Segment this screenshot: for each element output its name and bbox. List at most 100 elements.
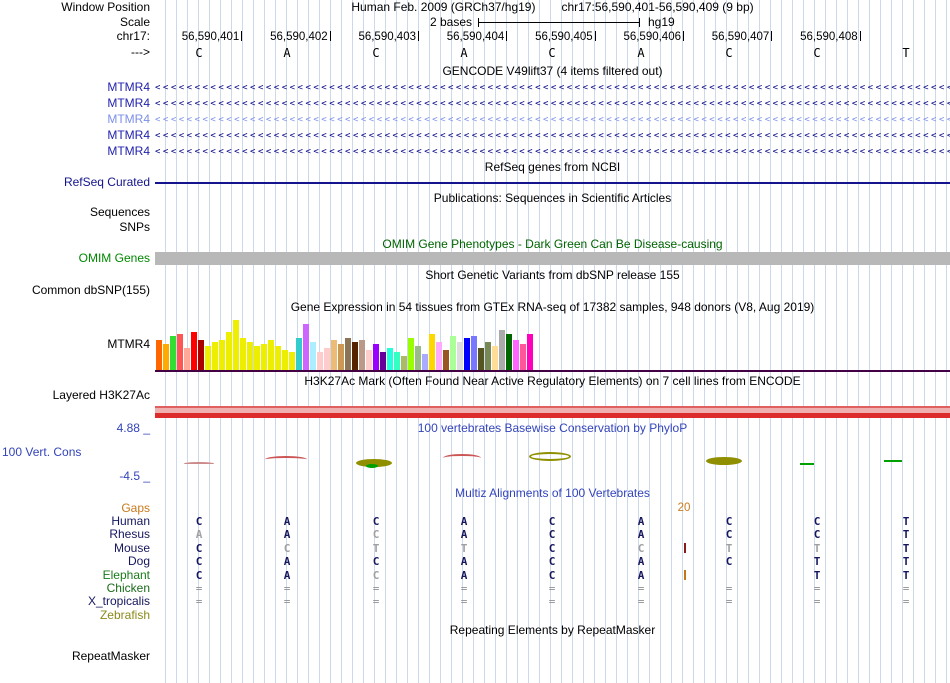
gtex-tissue-bar[interactable] — [303, 324, 309, 370]
gtex-tissue-bar[interactable] — [359, 340, 365, 370]
gtex-tissue-bar[interactable] — [422, 354, 428, 370]
gtex-tissue-bar[interactable] — [415, 346, 421, 370]
gtex-tissue-bar[interactable] — [464, 338, 470, 370]
gtex-tissue-bar[interactable] — [492, 346, 498, 370]
gtex-tissue-bar[interactable] — [520, 344, 526, 370]
gtex-tissue-bar[interactable] — [212, 342, 218, 370]
sequences-label[interactable]: Sequences — [0, 206, 153, 220]
gtex-tissue-bar[interactable] — [478, 348, 484, 370]
multiz-species-row[interactable]: X_tropicalis = = = = = = = = = — [0, 595, 950, 609]
gtex-tissue-bar[interactable] — [310, 342, 316, 370]
gtex-tissue-bar[interactable] — [436, 342, 442, 370]
alignment-base: = — [902, 595, 910, 608]
snps-label[interactable]: SNPs — [0, 221, 153, 235]
gtex-tissue-bar[interactable] — [527, 334, 533, 370]
gtex-tissue-bar[interactable] — [506, 334, 512, 370]
gtex-tissue-bar[interactable] — [338, 344, 344, 370]
gencode-transcript-row[interactable]: MTMR4 <<<<<<<<<<<<<<<<<<<<<<<<<<<<<<<<<<<… — [0, 97, 950, 112]
gtex-track[interactable] — [155, 316, 950, 372]
gtex-tissue-bar[interactable] — [163, 344, 169, 370]
gtex-tissue-bar[interactable] — [443, 350, 449, 370]
gtex-tissue-bar[interactable] — [191, 332, 197, 370]
gtex-tissue-bar[interactable] — [499, 330, 505, 370]
gtex-tissue-bar[interactable] — [331, 340, 337, 370]
gtex-tissue-bar[interactable] — [296, 338, 302, 370]
h3k27ac-title-row: H3K27Ac Mark (Often Found Near Active Re… — [0, 375, 950, 389]
gtex-tissue-bar[interactable] — [408, 338, 414, 370]
gencode-transcript-label[interactable]: MTMR4 — [0, 81, 153, 96]
base-row: ---> C A C A C A C C T — [0, 46, 950, 62]
dbsnp-label[interactable]: Common dbSNP(155) — [0, 284, 153, 298]
gtex-tissue-bar[interactable] — [254, 346, 260, 370]
refseq-track[interactable] — [155, 176, 950, 190]
gencode-transcript-label[interactable]: MTMR4 — [0, 145, 153, 160]
gtex-tissue-bar[interactable] — [373, 344, 379, 370]
gencode-transcript-row[interactable]: MTMR4 <<<<<<<<<<<<<<<<<<<<<<<<<<<<<<<<<<<… — [0, 129, 950, 144]
alignment-base: = — [283, 582, 291, 595]
reference-base: T — [902, 46, 910, 60]
gtex-tissue-bar[interactable] — [387, 348, 393, 370]
gtex-tissue-bar[interactable] — [282, 350, 288, 370]
gtex-tissue-bar[interactable] — [324, 348, 330, 370]
gtex-tissue-bar[interactable] — [366, 350, 372, 370]
gtex-tissue-bar[interactable] — [198, 340, 204, 370]
gtex-tissue-bar[interactable] — [268, 340, 274, 370]
scale-track: 2 bases hg19 — [155, 16, 950, 30]
gtex-tissue-bar[interactable] — [513, 340, 519, 370]
gtex-tissue-bar[interactable] — [177, 334, 183, 370]
gtex-tissue-bar[interactable] — [275, 346, 281, 370]
gencode-transcript-label[interactable]: MTMR4 — [0, 97, 153, 112]
omim-genes-bar[interactable] — [155, 252, 950, 265]
multiz-species-label[interactable]: Zebrafish — [0, 609, 153, 622]
publications-title-row: Publications: Sequences in Scientific Ar… — [0, 192, 950, 206]
gencode-transcript-row[interactable]: MTMR4 <<<<<<<<<<<<<<<<<<<<<<<<<<<<<<<<<<<… — [0, 145, 950, 160]
gtex-tissue-bar[interactable] — [457, 342, 463, 370]
gtex-tissue-bar[interactable] — [156, 340, 162, 370]
gtex-expression-bars — [156, 318, 533, 370]
window-position-label: Window Position — [61, 0, 150, 14]
refseq-curated-label[interactable]: RefSeq Curated — [0, 176, 153, 190]
gtex-tissue-bar[interactable] — [394, 352, 400, 370]
gtex-tissue-bar[interactable] — [219, 340, 225, 370]
gtex-tissue-bar[interactable] — [401, 356, 407, 370]
gtex-tissue-bar[interactable] — [429, 334, 435, 370]
gtex-tissue-bar[interactable] — [380, 352, 386, 370]
gencode-transcript-row[interactable]: MTMR4 <<<<<<<<<<<<<<<<<<<<<<<<<<<<<<<<<<<… — [0, 81, 950, 96]
h3k27ac-layered-signal[interactable] — [155, 406, 950, 418]
alignment-base: C — [637, 542, 645, 555]
alignment-base: C — [548, 528, 556, 541]
gtex-tissue-bar[interactable] — [247, 342, 253, 370]
gtex-tissue-bar[interactable] — [184, 348, 190, 370]
phylop-title-row: 4.88 _ 100 vertebrates Basewise Conserva… — [0, 422, 950, 436]
multiz-species-row[interactable]: Dog C A C A C A C T T — [0, 555, 950, 569]
gtex-tissue-bar[interactable] — [240, 338, 246, 370]
gtex-tissue-bar[interactable] — [170, 336, 176, 370]
gtex-tissue-bar[interactable] — [450, 336, 456, 370]
gtex-tissue-bar[interactable] — [261, 344, 267, 370]
multiz-species-label[interactable]: X_tropicalis — [0, 595, 153, 608]
gtex-tissue-bar[interactable] — [233, 320, 239, 370]
gtex-tissue-bar[interactable] — [205, 346, 211, 370]
gencode-transcript-label[interactable]: MTMR4 — [0, 129, 153, 144]
gencode-transcript-label[interactable]: MTMR4 — [0, 113, 153, 128]
phylop-track-label[interactable]: 100 Vert. Cons — [0, 446, 153, 460]
gtex-tissue-bar[interactable] — [345, 338, 351, 370]
gencode-transcript-row[interactable]: MTMR4 <<<<<<<<<<<<<<<<<<<<<<<<<<<<<<<<<<<… — [0, 113, 950, 128]
refseq-curated-item[interactable] — [155, 182, 950, 184]
gtex-tissue-bar[interactable] — [485, 342, 491, 370]
multiz-species-row[interactable]: Rhesus A A C A C A C C T — [0, 528, 950, 542]
multiz-species-label[interactable]: Dog — [0, 555, 153, 568]
omim-genes-label[interactable]: OMIM Genes — [0, 252, 153, 267]
gtex-tissue-bar[interactable] — [226, 332, 232, 370]
gtex-tissue-bar[interactable] — [471, 336, 477, 370]
gtex-tissue-bar[interactable] — [352, 342, 358, 370]
multiz-species-label[interactable]: Rhesus — [0, 528, 153, 541]
gtex-gene-label[interactable]: MTMR4 — [0, 316, 153, 372]
h3k27ac-label[interactable]: Layered H3K27Ac — [0, 389, 153, 420]
gtex-tissue-bar[interactable] — [289, 352, 295, 370]
multiz-species-row[interactable]: Zebrafish — [0, 609, 950, 622]
h3k27ac-track[interactable] — [155, 389, 950, 420]
gtex-tissue-bar[interactable] — [317, 352, 323, 370]
omim-track[interactable] — [155, 252, 950, 267]
repeatmasker-label[interactable]: RepeatMasker — [0, 650, 153, 664]
